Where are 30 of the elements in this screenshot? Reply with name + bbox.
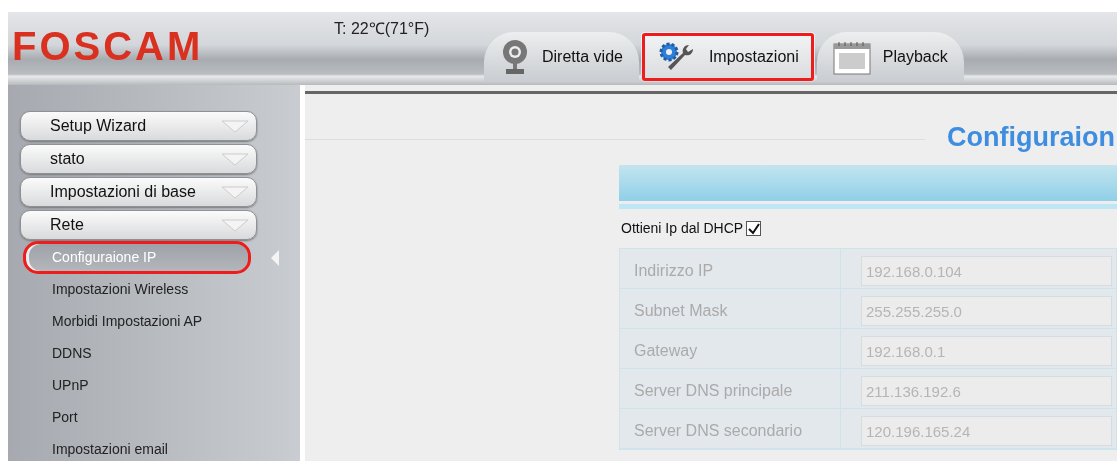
caret-down-icon	[220, 152, 250, 166]
sidebar-item[interactable]: Impostazioni Wireless	[26, 276, 248, 303]
field-label: Subnet Mask	[620, 289, 841, 328]
temperature-reading: T: 22℃(71°F)	[334, 19, 431, 39]
webcam-icon	[500, 39, 530, 75]
tab[interactable]: Impostazioni	[640, 32, 815, 82]
sidebar-item[interactable]: Port	[26, 404, 248, 431]
caret-down-icon	[220, 119, 250, 133]
tab[interactable]: Diretta vide	[484, 32, 639, 82]
sidebar-item[interactable]: Impostazioni email	[26, 436, 248, 461]
checkmark-icon	[747, 222, 760, 235]
foscam-logo: FOSCAM	[12, 26, 205, 66]
sidebar-item[interactable]: UPnP	[26, 372, 248, 399]
menu-group-button[interactable]: Impostazioni di base	[20, 177, 257, 207]
field-label: Gateway	[620, 329, 841, 368]
dhcp-label: Ottieni Ip dal DHCP	[621, 219, 744, 238]
field-label: Server DNS secondario	[620, 409, 841, 448]
caret-down-icon	[220, 185, 250, 199]
calendar-icon	[832, 39, 871, 75]
tab[interactable]: Playback	[816, 32, 964, 82]
menu-group-button[interactable]: Rete	[20, 210, 257, 240]
page-title: Configuraion	[946, 124, 1116, 151]
dhcp-checkbox[interactable]	[746, 221, 762, 236]
sidebar-item[interactable]: DDNS	[26, 340, 248, 367]
menu-group-button[interactable]: stato	[20, 144, 257, 174]
sidebar-item[interactable]: Morbidi Impostazioni AP	[26, 308, 248, 335]
field-label: Server DNS principale	[620, 369, 841, 408]
caret-down-icon	[220, 218, 250, 232]
menu-group-button[interactable]: Setup Wizard	[20, 111, 257, 141]
field-label: Indirizzo IP	[620, 249, 841, 288]
